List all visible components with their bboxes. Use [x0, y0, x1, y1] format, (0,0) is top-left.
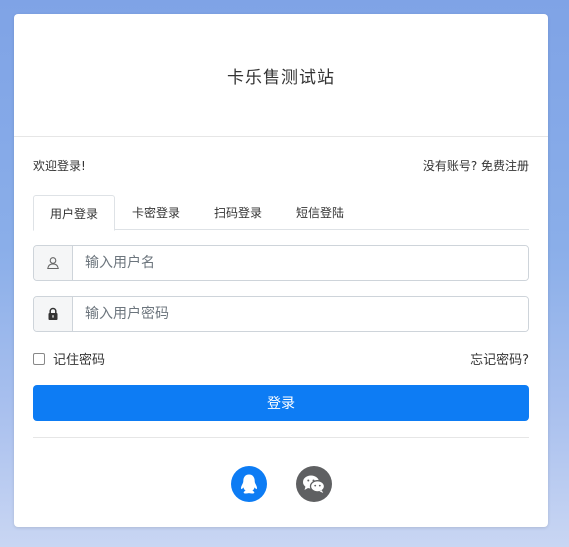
login-tabs: 用户登录 卡密登录 扫码登录 短信登陆	[33, 195, 529, 231]
qq-login-button[interactable]	[230, 466, 267, 502]
username-group	[33, 245, 529, 281]
remember-label: 记住密码	[53, 353, 106, 368]
tab-qr-login[interactable]: 扫码登录	[197, 195, 279, 230]
remember-password[interactable]: 记住密码	[33, 349, 105, 368]
register-link[interactable]: 没有账号? 免费注册	[423, 157, 529, 174]
login-card: 卡乐售测试站 欢迎登录! 没有账号? 免费注册 用户登录 卡密登录 扫码登录 短…	[14, 14, 548, 527]
qq-icon	[240, 474, 257, 494]
lock-icon	[34, 297, 73, 331]
forgot-password-link[interactable]: 忘记密码?	[470, 349, 529, 368]
divider	[33, 437, 529, 438]
options-row: 记住密码 忘记密码?	[33, 349, 529, 368]
remember-checkbox[interactable]	[33, 352, 45, 365]
login-button[interactable]: 登录	[33, 385, 529, 421]
card-body: 欢迎登录! 没有账号? 免费注册 用户登录 卡密登录 扫码登录 短信登陆 输入用…	[14, 157, 548, 502]
tab-user-login[interactable]: 用户登录	[33, 195, 116, 231]
username-input[interactable]	[73, 246, 528, 280]
social-login	[33, 466, 529, 502]
welcome-text: 欢迎登录!	[33, 159, 86, 173]
welcome-row: 欢迎登录! 没有账号? 免费注册	[33, 157, 529, 174]
wechat-login-button[interactable]	[295, 466, 332, 502]
wechat-icon	[302, 475, 325, 493]
user-icon	[34, 246, 73, 280]
tab-sms-login[interactable]: 短信登陆	[279, 195, 361, 230]
password-input[interactable]	[73, 297, 528, 331]
tab-card-login[interactable]: 卡密登录	[115, 195, 197, 230]
password-group	[33, 296, 529, 332]
card-header: 卡乐售测试站	[14, 14, 548, 137]
page-title: 卡乐售测试站	[227, 67, 335, 88]
